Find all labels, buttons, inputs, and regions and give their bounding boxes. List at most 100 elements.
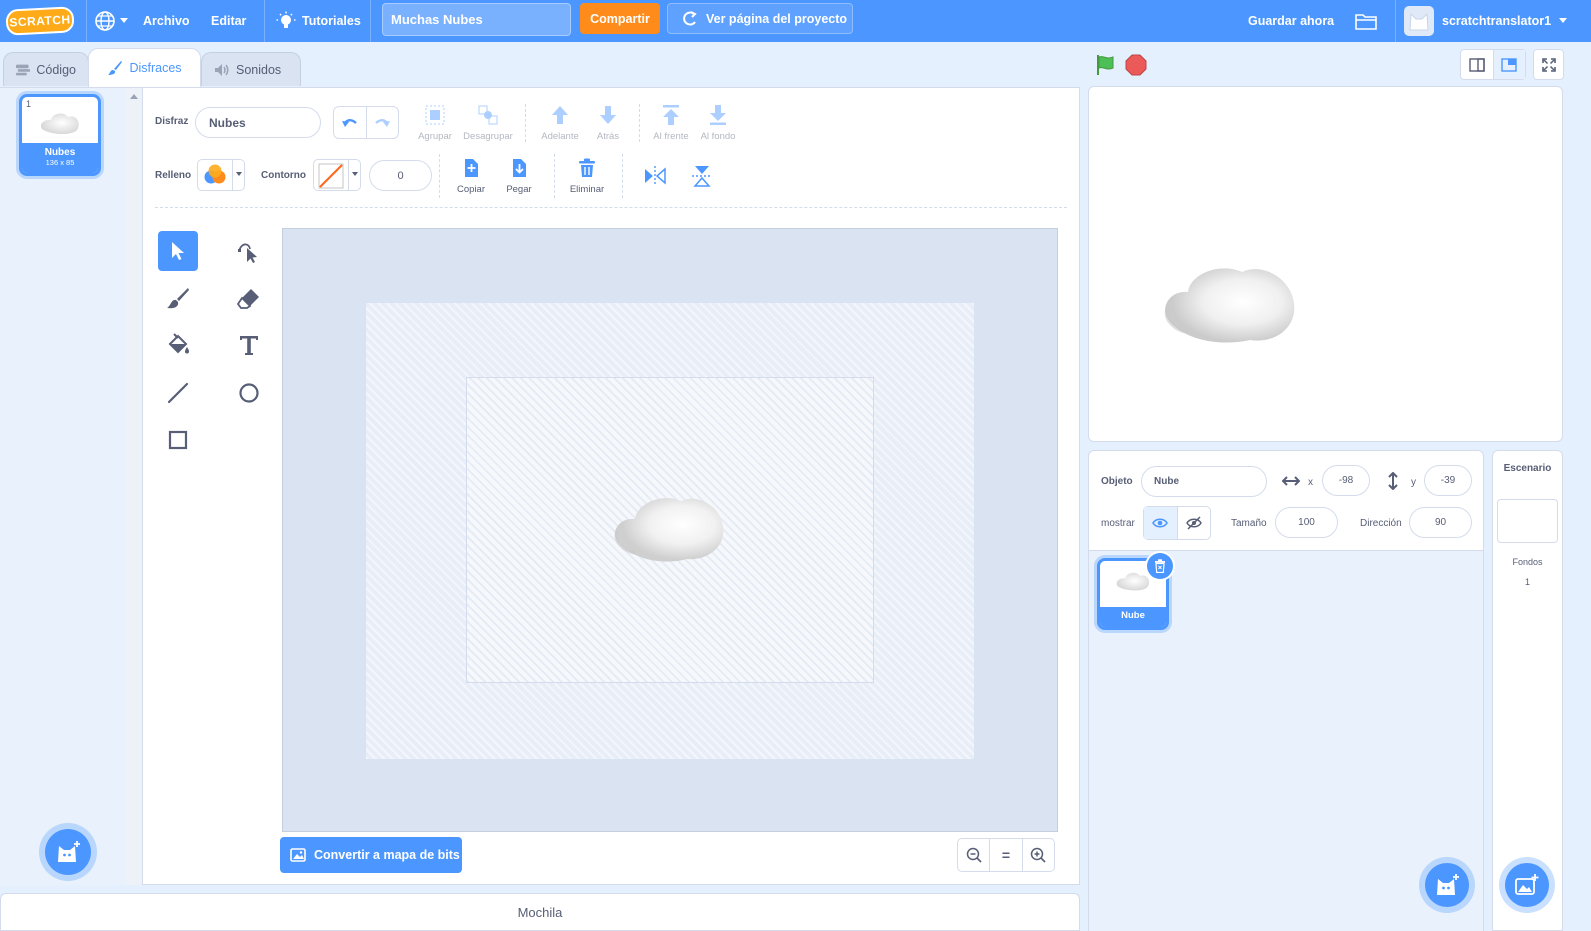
arrow-to-top-icon	[663, 105, 679, 125]
tutorials-button[interactable]: Tutoriales	[276, 0, 361, 42]
flip-horizontal-button[interactable]	[644, 166, 666, 186]
costume-size: 136 x 85	[45, 158, 75, 167]
line-tool[interactable]	[158, 373, 198, 413]
zoom-reset-button[interactable]: =	[990, 839, 1023, 871]
menu-divider	[370, 0, 371, 42]
green-flag-button[interactable]	[1094, 54, 1116, 76]
edit-menu[interactable]: Editar	[211, 0, 246, 42]
eraser-tool[interactable]	[229, 278, 269, 318]
image-icon	[290, 848, 306, 862]
redo-button[interactable]	[367, 107, 399, 138]
zoom-out-button[interactable]	[958, 839, 991, 871]
fill-tool[interactable]	[158, 325, 198, 365]
arrow-down-icon	[600, 106, 616, 124]
backdrop-thumbnail	[1497, 499, 1558, 543]
language-menu[interactable]	[94, 0, 128, 42]
rectangle-tool[interactable]	[158, 420, 198, 460]
menu-divider	[1395, 0, 1396, 42]
show-button[interactable]	[1144, 507, 1178, 539]
direction-input[interactable]: 90	[1409, 507, 1472, 538]
flip-vertical-button[interactable]	[692, 165, 712, 187]
fill-label: Relleno	[155, 170, 192, 181]
tab-costumes[interactable]: Disfraces	[88, 48, 201, 87]
circle-tool[interactable]	[229, 373, 269, 413]
menu-bar: SCRATCH Archivo Editar Tutoriales Muchas…	[0, 0, 1591, 42]
backward-button[interactable]: Atrás	[586, 104, 630, 142]
costume-item[interactable]: 1 Nubes 136 x 85	[19, 94, 101, 176]
fill-color-picker[interactable]	[197, 159, 245, 191]
costume-name-input[interactable]: Nubes	[195, 107, 321, 138]
convert-bitmap-button[interactable]: Convertir a mapa de bits	[280, 837, 462, 873]
undo-button[interactable]	[334, 107, 367, 138]
menu-divider	[86, 0, 87, 42]
visibility-toggle	[1143, 506, 1211, 540]
fullscreen-button[interactable]	[1533, 49, 1564, 80]
group-button[interactable]: Agrupar	[415, 104, 455, 142]
vertical-arrows-icon	[1388, 472, 1398, 490]
horizontal-arrows-icon	[1282, 476, 1300, 486]
delete-sprite-button[interactable]	[1147, 553, 1173, 579]
scratch-logo[interactable]: SCRATCH	[5, 0, 75, 42]
toolbar-divider	[554, 154, 555, 198]
toolbar-divider	[622, 154, 623, 198]
flip-vertical-icon	[692, 166, 712, 187]
tab-sounds[interactable]: Sonidos	[201, 52, 301, 86]
costume-list-scrollbar[interactable]	[126, 88, 142, 885]
paint-canvas-area[interactable]	[282, 228, 1058, 832]
forward-button[interactable]: Adelante	[537, 104, 583, 142]
stop-icon	[1125, 54, 1147, 76]
delete-button[interactable]: Eliminar	[565, 158, 609, 195]
eye-icon	[1152, 518, 1169, 528]
backdrops-label: Fondos	[1512, 557, 1543, 567]
stage[interactable]	[1088, 86, 1563, 442]
choose-sprite-button[interactable]	[1425, 863, 1469, 907]
tab-code[interactable]: Código	[3, 52, 89, 86]
save-now-button[interactable]: Guardar ahora	[1248, 0, 1334, 42]
stage-target-panel[interactable]: Escenario Fondos 1	[1492, 450, 1563, 931]
x-label: x	[1308, 477, 1313, 488]
y-input[interactable]: -39	[1424, 465, 1472, 496]
account-menu[interactable]: scratchtranslator1	[1404, 0, 1568, 42]
copy-label: Copiar	[457, 184, 485, 195]
my-stuff-button[interactable]	[1355, 0, 1377, 42]
file-menu[interactable]: Archivo	[143, 0, 190, 42]
copy-button[interactable]: Copiar	[451, 158, 491, 195]
stage-sprite-nube[interactable]	[1158, 260, 1298, 346]
copy-icon	[465, 159, 478, 177]
hide-button[interactable]	[1178, 507, 1211, 539]
sprite-name-input[interactable]: Nube	[1141, 466, 1267, 497]
zoom-controls: =	[957, 838, 1055, 872]
share-button[interactable]: Compartir	[580, 3, 660, 34]
small-stage-button[interactable]	[1461, 50, 1494, 79]
paste-button[interactable]: Pegar	[499, 158, 539, 195]
text-tool[interactable]	[229, 325, 269, 365]
outline-width-input[interactable]: 0	[369, 160, 432, 191]
see-project-page-button[interactable]: Ver página del proyecto	[667, 3, 853, 34]
backpack[interactable]: Mochila	[0, 893, 1080, 931]
eraser-icon	[237, 289, 259, 309]
back-label: Al fondo	[700, 131, 736, 142]
brush-tool[interactable]	[158, 278, 198, 318]
stop-button[interactable]	[1125, 54, 1147, 76]
forward-label: Adelante	[541, 131, 579, 142]
choose-backdrop-button[interactable]	[1505, 863, 1549, 907]
x-input[interactable]: -98	[1322, 465, 1370, 496]
size-input[interactable]: 100	[1275, 507, 1338, 538]
select-tool[interactable]	[158, 231, 198, 271]
reshape-tool[interactable]	[229, 231, 269, 271]
choose-costume-button[interactable]	[45, 829, 91, 875]
sprite-name: Nube	[1100, 607, 1166, 627]
ungroup-icon	[478, 105, 498, 125]
zoom-in-button[interactable]	[1023, 839, 1054, 871]
front-button[interactable]: Al frente	[649, 104, 693, 142]
outline-color-picker[interactable]	[313, 159, 361, 191]
normal-stage-button[interactable]	[1493, 50, 1525, 79]
ungroup-button[interactable]: Desagrupar	[459, 104, 517, 142]
back-button[interactable]: Al fondo	[696, 104, 740, 142]
project-title-input[interactable]: Muchas Nubes	[382, 3, 571, 36]
costume-drawing[interactable]	[609, 491, 727, 565]
color-mixed-icon	[204, 164, 226, 184]
paint-editor: Disfraz Nubes Agrupar Desagrupar Adelant…	[143, 87, 1080, 885]
brush-icon	[108, 61, 123, 75]
chevron-down-icon	[120, 18, 128, 23]
